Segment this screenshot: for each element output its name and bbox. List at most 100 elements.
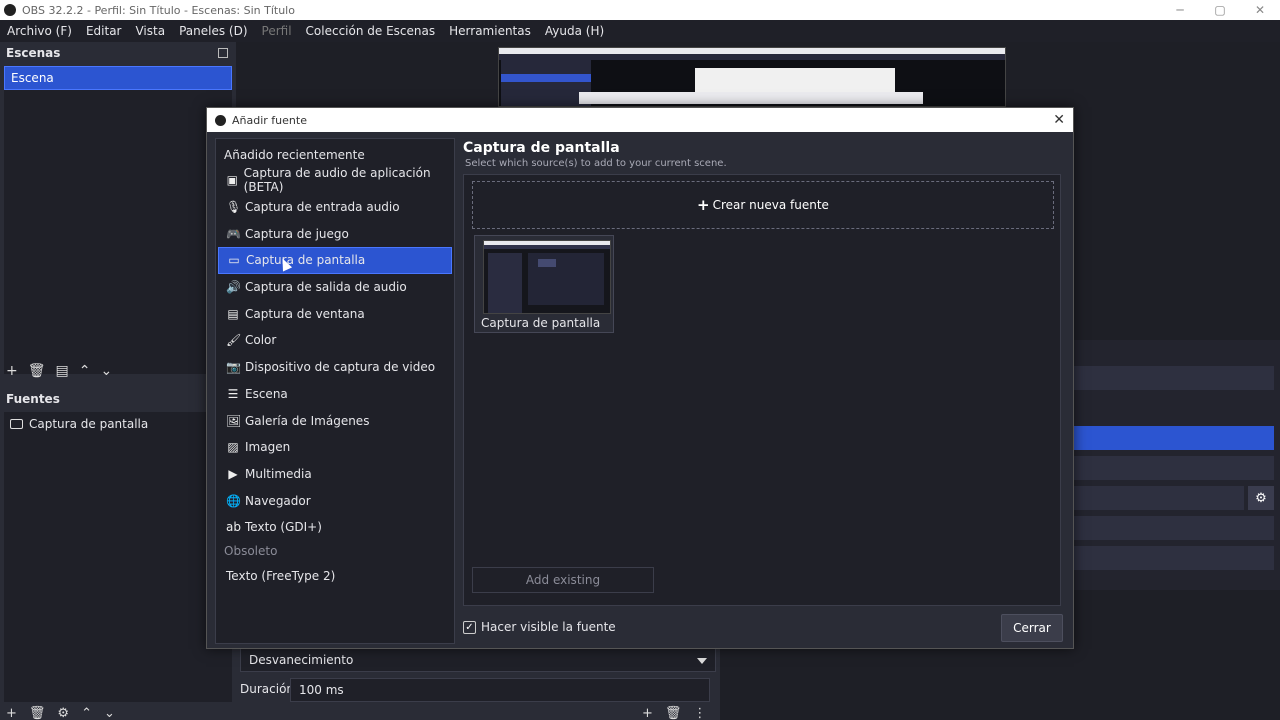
menu-coleccion[interactable]: Colección de Escenas bbox=[299, 24, 443, 38]
maximize-button[interactable]: ▢ bbox=[1200, 0, 1240, 20]
source-settings-button[interactable]: ⚙ bbox=[57, 706, 69, 720]
scenes-toolbar: + 🗑 ▤ ⌃ ⌄ bbox=[0, 360, 236, 382]
obs-logo-icon bbox=[215, 114, 226, 126]
menu-ayuda[interactable]: Ayuda (H) bbox=[538, 24, 611, 38]
add-existing-button[interactable]: Add existing bbox=[472, 567, 654, 593]
transition-select[interactable]: Desvanecimiento bbox=[240, 648, 716, 672]
type-text-freetype[interactable]: Texto (FreeType 2) bbox=[218, 563, 452, 590]
type-image-gallery[interactable]: 🖼 Galería de Imágenes bbox=[218, 407, 452, 434]
dock-select[interactable] bbox=[1074, 426, 1274, 450]
menu-paneles[interactable]: Paneles (D) bbox=[172, 24, 254, 38]
add-scene-button[interactable]: + bbox=[6, 363, 18, 379]
type-display-capture[interactable]: ▭ Captura de pantalla bbox=[218, 247, 452, 274]
make-visible-checkbox[interactable]: ✓ bbox=[463, 620, 476, 634]
globe-icon: 🌐 bbox=[226, 493, 241, 508]
window-title: OBS 32.2.2 - Perfil: Sin Título - Escena… bbox=[22, 3, 295, 17]
duration-value: 100 ms bbox=[299, 683, 344, 697]
remove-transition-button[interactable]: 🗑 bbox=[665, 706, 682, 720]
brush-icon: 🖌 bbox=[226, 333, 242, 348]
plus-icon: + bbox=[697, 196, 710, 214]
type-label: Captura de pantalla bbox=[246, 253, 366, 268]
move-scene-up-button[interactable]: ⌃ bbox=[79, 363, 91, 379]
gallery-icon: 🖼 bbox=[226, 413, 242, 428]
type-window-capture[interactable]: ▤ Captura de ventana bbox=[218, 300, 452, 327]
title-bar: OBS 32.2.2 - Perfil: Sin Título - Escena… bbox=[0, 0, 1280, 20]
create-new-source-label: Crear nueva fuente bbox=[712, 198, 829, 212]
close-icon[interactable]: ✕ bbox=[1053, 112, 1065, 128]
source-item[interactable]: Captura de pantalla bbox=[4, 412, 232, 436]
image-icon: ▨ bbox=[227, 440, 239, 455]
pane-subtitle: Select which source(s) to add to your cu… bbox=[465, 158, 727, 169]
close-window-button[interactable]: ✕ bbox=[1240, 0, 1280, 20]
gamepad-icon: 🎮 bbox=[226, 226, 241, 241]
type-audio-input[interactable]: 🎙 Captura de entrada audio bbox=[218, 194, 452, 221]
obs-logo-icon bbox=[4, 4, 16, 16]
type-label: Captura de entrada audio bbox=[245, 200, 400, 215]
gear-icon[interactable]: ⚙ bbox=[1248, 486, 1274, 510]
type-label: Captura de ventana bbox=[245, 306, 365, 321]
type-app-audio[interactable]: ▣ Captura de audio de aplicación (BETA) bbox=[218, 166, 452, 194]
preview-canvas[interactable] bbox=[498, 47, 1006, 107]
type-label: Color bbox=[245, 333, 277, 348]
duration-input[interactable]: 100 ms bbox=[290, 678, 710, 702]
menu-editar[interactable]: Editar bbox=[79, 24, 129, 38]
sources-toolbar: + 🗑 ⚙ ⌃ ⌄ bbox=[0, 706, 236, 720]
type-label: Captura de salida de audio bbox=[245, 280, 407, 295]
type-video-device[interactable]: 📷 Dispositivo de captura de video bbox=[218, 354, 452, 381]
menu-vista[interactable]: Vista bbox=[128, 24, 172, 38]
make-visible-row[interactable]: ✓ Hacer visible la fuente bbox=[463, 620, 616, 634]
existing-source-card[interactable]: Captura de pantalla bbox=[474, 235, 614, 333]
group-deprecated: Obsoleto bbox=[224, 543, 278, 558]
scenes-dock: Escenas Escena + 🗑 ▤ ⌃ ⌄ bbox=[0, 42, 236, 388]
add-source-button[interactable]: + bbox=[6, 706, 17, 720]
remove-source-button[interactable]: 🗑 bbox=[29, 706, 46, 720]
menu-archivo[interactable]: Archivo (F) bbox=[0, 24, 79, 38]
type-text-gdi[interactable]: ab Texto (GDI+) bbox=[218, 514, 452, 541]
existing-source-label: Captura de pantalla bbox=[481, 316, 601, 330]
add-transition-button[interactable]: + bbox=[642, 706, 653, 720]
preview-scenes-dock bbox=[501, 60, 591, 106]
menu-herramientas[interactable]: Herramientas bbox=[442, 24, 538, 38]
list-icon: ☰ bbox=[227, 386, 239, 401]
move-source-up-button[interactable]: ⌃ bbox=[81, 706, 92, 720]
remove-scene-button[interactable]: 🗑 bbox=[28, 363, 46, 379]
type-label: Captura de juego bbox=[245, 226, 349, 241]
type-game-capture[interactable]: 🎮 Captura de juego bbox=[218, 220, 452, 247]
source-thumbnail bbox=[483, 240, 611, 314]
app-audio-icon: ▣ bbox=[226, 173, 238, 188]
type-browser[interactable]: 🌐 Navegador bbox=[218, 487, 452, 514]
dialog-title: Añadir fuente bbox=[232, 113, 307, 127]
type-color[interactable]: 🖌 Color bbox=[218, 327, 452, 354]
type-media[interactable]: ▶ Multimedia bbox=[218, 461, 452, 488]
source-item-label: Captura de pantalla bbox=[29, 417, 149, 431]
camera-icon: 📷 bbox=[226, 360, 241, 375]
scenes-dock-header: Escenas bbox=[0, 42, 236, 64]
sources-dock-header: Fuentes bbox=[0, 388, 236, 410]
window-icon: ▤ bbox=[227, 306, 239, 321]
type-image[interactable]: ▨ Imagen bbox=[218, 434, 452, 461]
controls-dock: ⚙ bbox=[1074, 340, 1280, 590]
menu-perfil[interactable]: Perfil bbox=[255, 24, 299, 38]
more-options-icon[interactable]: ⋮ bbox=[693, 706, 706, 720]
menu-bar: Archivo (F) Editar Vista Paneles (D) Per… bbox=[0, 20, 1280, 42]
scene-list: Escena bbox=[4, 66, 232, 374]
undock-icon[interactable] bbox=[218, 48, 228, 58]
add-source-dialog: Añadir fuente ✕ Añadido recientemente ▣ … bbox=[206, 107, 1074, 649]
create-new-source-button[interactable]: + Crear nueva fuente bbox=[472, 181, 1054, 229]
type-audio-output[interactable]: 🔊 Captura de salida de audio bbox=[218, 274, 452, 301]
microphone-icon: 🎙 bbox=[226, 200, 242, 215]
type-label: Texto (FreeType 2) bbox=[226, 568, 336, 583]
preview-dialog bbox=[579, 92, 923, 104]
move-source-down-button[interactable]: ⌄ bbox=[104, 706, 115, 720]
transitions-toolbar: + 🗑 ⋮ bbox=[642, 706, 706, 720]
move-scene-down-button[interactable]: ⌄ bbox=[100, 363, 112, 379]
minimize-button[interactable]: ─ bbox=[1160, 0, 1200, 20]
scene-filters-button[interactable]: ▤ bbox=[56, 363, 69, 379]
close-button[interactable]: Cerrar bbox=[1001, 614, 1063, 642]
thumb-sidebar bbox=[488, 253, 522, 313]
sources-dock: Fuentes Captura de pantalla + 🗑 ⚙ ⌃ ⌄ bbox=[0, 388, 236, 720]
scenes-dock-title: Escenas bbox=[6, 46, 61, 60]
scene-item[interactable]: Escena bbox=[4, 66, 232, 90]
duration-label: Duración bbox=[240, 682, 295, 696]
type-scene[interactable]: ☰ Escena bbox=[218, 381, 452, 408]
